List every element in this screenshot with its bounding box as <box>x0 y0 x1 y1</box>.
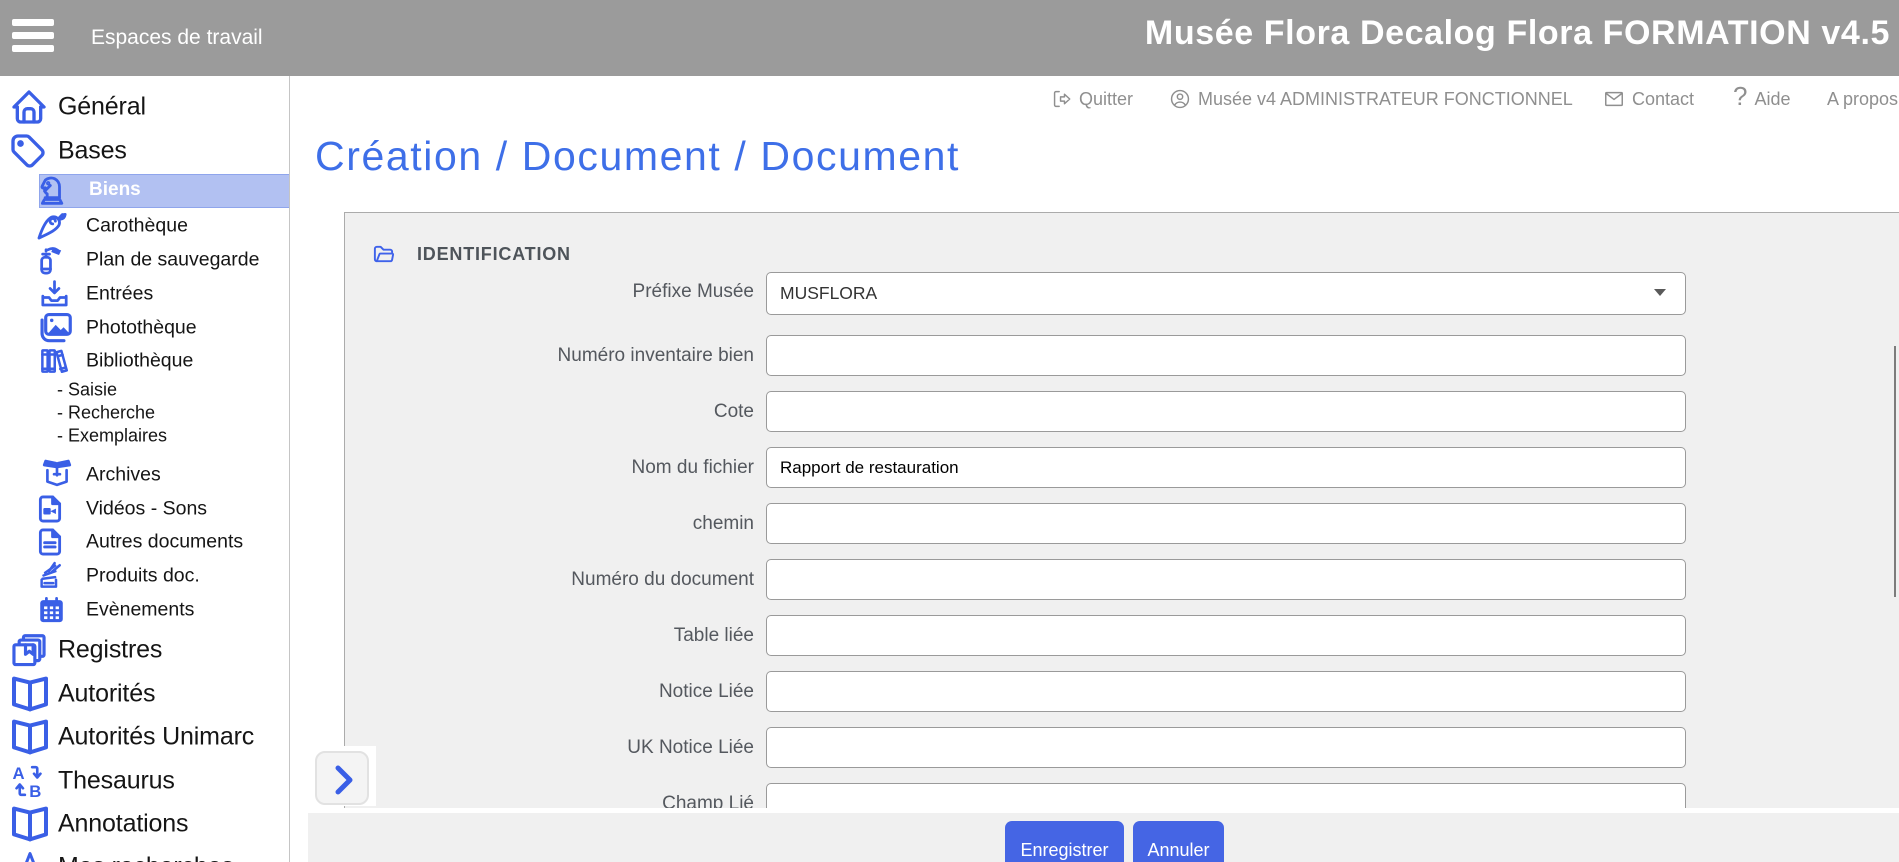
svg-text:B: B <box>29 782 41 798</box>
svg-text:A: A <box>12 764 24 783</box>
